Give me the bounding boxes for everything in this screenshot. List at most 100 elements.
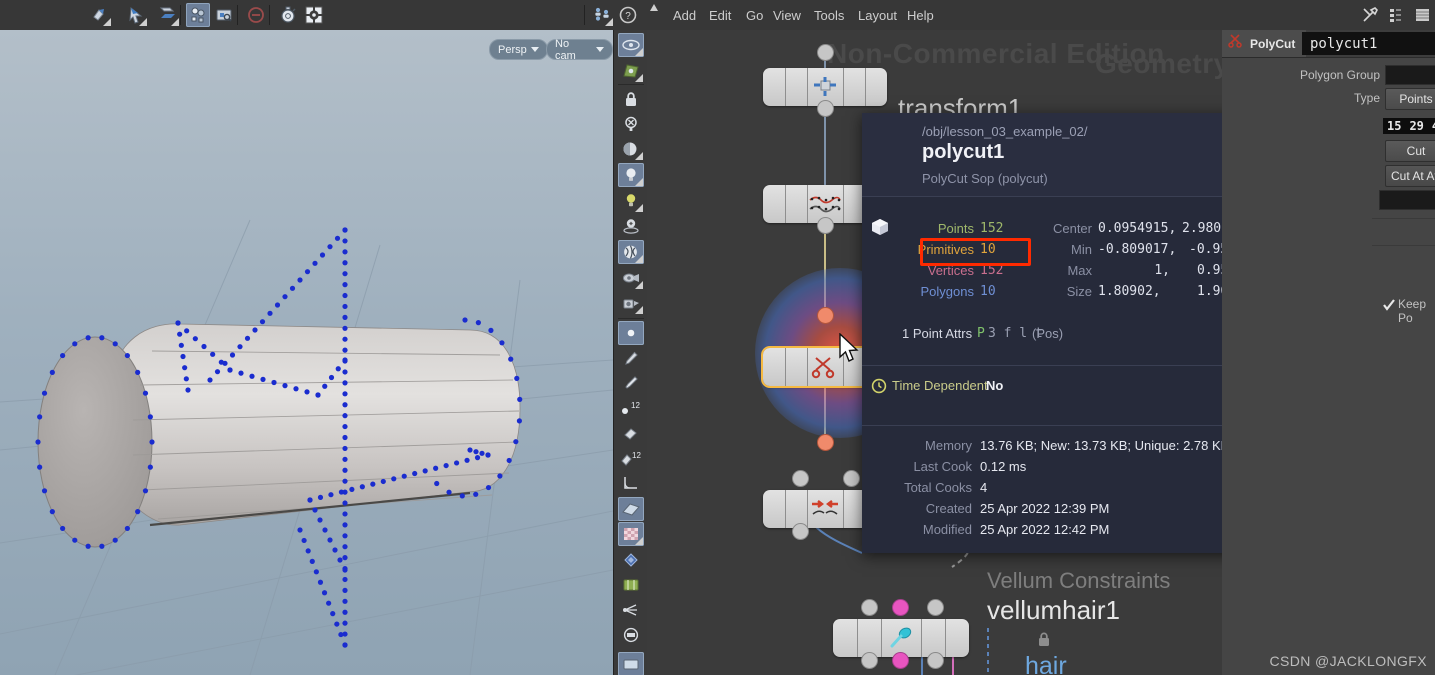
point-light-icon[interactable] <box>618 189 644 213</box>
node-port-in[interactable] <box>818 308 833 323</box>
node-port-out[interactable] <box>862 653 877 668</box>
gear-icon[interactable] <box>302 3 326 27</box>
node-port-in2[interactable] <box>844 471 859 486</box>
node-port-out-pink[interactable] <box>893 653 908 668</box>
list-icon[interactable] <box>1412 5 1432 25</box>
polycut-icon <box>1228 33 1246 54</box>
node-port-out3[interactable] <box>928 653 943 668</box>
checker-icon[interactable] <box>618 522 644 546</box>
cut-button[interactable]: Cut <box>1385 140 1435 162</box>
keep-points-label: Keep Po <box>1398 297 1427 325</box>
no-cam-chip[interactable]: No cam <box>546 37 613 62</box>
tab-polycut-label: PolyCut <box>1250 36 1296 51</box>
node-port-in[interactable] <box>862 600 877 615</box>
paint-icon[interactable] <box>618 421 644 445</box>
lock-icon <box>1035 630 1053 653</box>
scroll-up-icon[interactable] <box>649 3 659 27</box>
primitives-highlight-box <box>920 238 1031 266</box>
meta-value-total-cooks: 4 <box>980 480 988 495</box>
timer-icon[interactable] <box>276 3 300 27</box>
close-ghost-icon[interactable] <box>618 112 644 136</box>
info-node-name: polycut1 <box>922 141 1005 163</box>
bounds-size-x: 1.80902, <box>1098 284 1161 299</box>
svg-text:?: ? <box>625 11 631 22</box>
polygon-group-input[interactable] <box>1385 65 1435 85</box>
materials-icon[interactable] <box>618 240 644 264</box>
node-vellumhair1[interactable] <box>833 619 969 657</box>
move-tool-icon[interactable] <box>156 3 180 27</box>
node-port-out[interactable] <box>818 218 833 233</box>
grid-plane-icon[interactable] <box>618 497 644 521</box>
clock-icon <box>871 378 887 399</box>
uv-display-icon[interactable] <box>618 59 644 83</box>
no-cam-chip-label: No cam <box>555 37 576 62</box>
cloth-icon[interactable] <box>618 573 644 597</box>
diamond-icon[interactable] <box>618 548 644 572</box>
polygon-group-label: Polygon Group <box>1299 68 1380 82</box>
camera-icon[interactable] <box>618 266 644 290</box>
meta-label-memory: Memory <box>925 438 972 453</box>
viewport-3d[interactable]: Persp No cam <box>0 30 613 675</box>
node-port-out[interactable] <box>818 101 833 116</box>
handle-tool-icon[interactable] <box>88 3 112 27</box>
bounds-center-x: 0.0954915, <box>1098 221 1177 236</box>
no-op-icon[interactable] <box>244 3 268 27</box>
particles-icon[interactable] <box>618 598 644 622</box>
node-port-in[interactable] <box>793 471 808 486</box>
node-name-field[interactable]: polycut1 <box>1302 32 1435 55</box>
eyedropper-icon[interactable] <box>618 371 644 395</box>
bottom-icon[interactable] <box>618 652 644 675</box>
type-dropdown[interactable]: Points <box>1385 88 1435 110</box>
cut-at-attribute-button[interactable]: Cut At Att <box>1385 165 1435 187</box>
node-port-in-pink[interactable] <box>893 600 908 615</box>
menu-add[interactable]: Add <box>664 0 705 30</box>
brush-icon[interactable] <box>618 346 644 370</box>
tools-icon[interactable] <box>1360 5 1380 25</box>
snapping-icon[interactable] <box>186 3 210 27</box>
display-options-icon[interactable] <box>212 3 236 27</box>
point-attrs-pos: (Pos) <box>1032 326 1064 341</box>
chevron-down-icon <box>596 47 604 52</box>
node-port-in3[interactable] <box>928 600 943 615</box>
node-vellumhair1-type: Vellum Constraints <box>987 568 1171 593</box>
point-display-icon[interactable] <box>618 321 644 345</box>
type-label: Type <box>1353 91 1380 105</box>
points-12-icon[interactable]: 12 <box>618 396 644 420</box>
node-port-out[interactable] <box>793 524 808 539</box>
help-icon[interactable]: ? <box>616 3 640 27</box>
tab-polycut[interactable]: PolyCut <box>1222 30 1306 57</box>
lock-icon[interactable] <box>618 87 644 111</box>
attribute-input[interactable] <box>1379 190 1435 210</box>
network-path-icon[interactable] <box>1386 5 1406 25</box>
menu-tools[interactable]: Tools <box>805 0 853 30</box>
bounds-label-center: Center <box>1052 221 1092 236</box>
render-icon[interactable] <box>618 291 644 315</box>
add-light-icon[interactable] <box>618 214 644 238</box>
meta-label-modified: Modified <box>922 522 972 537</box>
angle-icon[interactable] <box>618 471 644 495</box>
watermark-text: CSDN @JACKLONGFX <box>1269 653 1427 669</box>
stat-value-points: 152 <box>980 221 1004 236</box>
info-subtitle: PolyCut Sop (polycut) <box>922 171 1048 186</box>
select-tool-icon[interactable] <box>124 3 148 27</box>
menu-edit[interactable]: Edit <box>700 0 740 30</box>
menu-help[interactable]: Help <box>898 0 943 30</box>
users-icon[interactable] <box>590 3 614 27</box>
disk-icon[interactable] <box>618 623 644 647</box>
visualize-icon[interactable] <box>618 33 644 57</box>
point-attrs-count: 1 Point Attrs <box>902 326 973 341</box>
node-port-out[interactable] <box>818 435 833 450</box>
node-group-hair: hair <box>1025 652 1067 675</box>
ramp-values[interactable]: 15 29 44 <box>1383 118 1435 134</box>
keep-points-checkbox[interactable] <box>1382 298 1395 311</box>
light-icon[interactable] <box>618 163 644 187</box>
bounds-label-min: Min <box>1071 242 1092 257</box>
menu-view[interactable]: View <box>764 0 810 30</box>
meta-label-total-cooks: Total Cooks <box>904 480 972 495</box>
paint-12-icon[interactable]: 12 <box>618 446 644 470</box>
persp-chip[interactable]: Persp <box>489 39 548 60</box>
viewport-toolbar: ? <box>0 0 647 31</box>
viewport-scene <box>0 219 613 675</box>
shading-icon[interactable] <box>618 137 644 161</box>
node-port-in[interactable] <box>818 45 833 60</box>
